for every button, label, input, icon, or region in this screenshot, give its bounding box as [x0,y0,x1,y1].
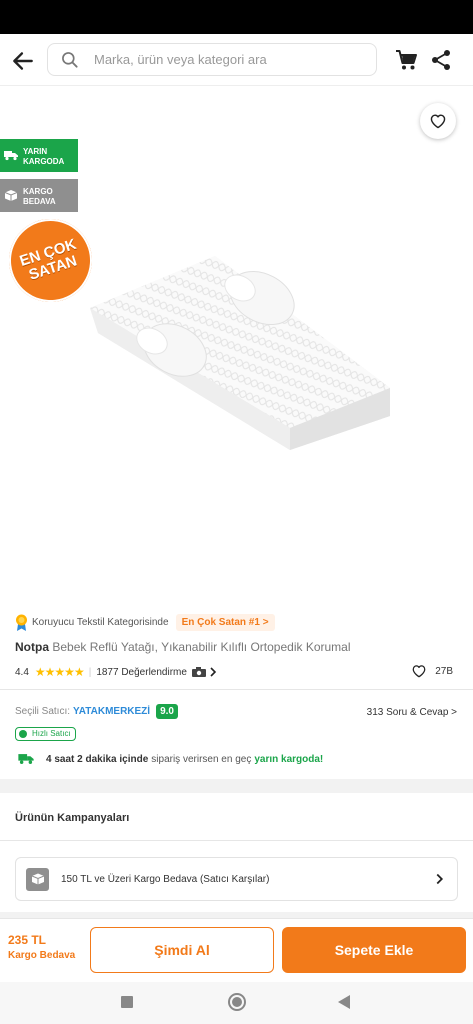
box-icon [4,190,18,201]
seller-score-badge: 9.0 [156,704,178,719]
campaigns-title: Ürünün Kampanyaları [15,812,130,824]
truck-icon [18,754,34,765]
rank-badge[interactable]: En Çok Satan #1 > [175,613,275,631]
back-arrow-icon[interactable] [10,48,36,74]
back-icon[interactable] [338,995,350,1009]
add-to-cart-button[interactable]: Sepete Ekle [282,927,466,973]
buy-now-button[interactable]: Şimdi Al [90,927,274,973]
home-icon[interactable] [228,993,246,1011]
seller-section: Seçili Satıcı: YATAKMERKEZİ 9.0 313 Soru… [0,690,473,778]
system-nav-bar [0,982,473,1024]
review-count: 1877 Değerlendirme [96,666,187,678]
category-text: Koruyucu Tekstil Kategorisinde [32,616,169,628]
seller-row: Seçili Satıcı: YATAKMERKEZİ 9.0 [15,704,178,719]
status-bar [0,0,473,34]
separator: | [88,666,92,678]
price: 235 TL [8,933,47,947]
heart-icon [412,665,426,678]
category-row[interactable]: Koruyucu Tekstil Kategorisinde En Çok Sa… [15,612,275,632]
campaign-item[interactable]: 150 TL ve Üzeri Kargo Bedava (Satıcı Kar… [15,857,458,901]
tag-line-2: KARGODA [23,157,65,166]
product-name: Bebek Reflü Yatağı, Yıkanabilir Kılıflı … [52,640,351,654]
fast-seller-badge: Hızlı Satıcı [15,727,76,741]
top-bar [0,34,473,86]
product-gallery[interactable]: YARIN KARGODA KARGO BEDAVA EN ÇOK SATAN [0,88,473,600]
recent-apps-icon[interactable] [121,996,133,1008]
chevron-right-icon [210,667,217,677]
share-icon[interactable] [430,49,452,71]
search-icon [62,52,78,68]
tomorrow-shipping-tag: YARIN KARGODA [0,139,78,172]
tag-line-2: BEDAVA [23,197,56,206]
box-icon [26,867,49,891]
medal-icon [16,614,27,631]
truck-icon [4,151,18,161]
favorite-count[interactable]: 27B [411,664,453,678]
cart-icon[interactable] [395,49,419,71]
delivery-text: sipariş verirsen en geç [151,753,252,765]
brand-name[interactable]: Notpa [15,640,49,654]
delivery-time: 4 saat 2 dakika içinde [46,753,149,765]
heart-icon [430,114,446,129]
search-input[interactable] [94,44,364,75]
seller-name[interactable]: YATAKMERKEZİ [73,706,150,717]
product-image [90,256,390,450]
shipping-note: Kargo Bedava [8,950,76,961]
search-box[interactable] [47,43,377,76]
rating-value: 4.4 [15,666,29,678]
section-gap [0,779,473,793]
bottom-action-bar: 235 TL Kargo Bedava Şimdi Al Sepete Ekle [0,918,473,982]
favorite-count-value: 27B [435,665,453,677]
chevron-right-icon [436,873,444,885]
qa-link[interactable]: 313 Soru & Cevap > [367,707,457,718]
divider [0,840,473,841]
seller-label: Seçili Satıcı: [15,706,71,717]
free-shipping-tag: KARGO BEDAVA [0,179,78,212]
star-rating: ★★★★★ [34,665,85,679]
delivery-highlight: yarın kargoda! [254,753,324,765]
favorite-button[interactable] [420,103,456,139]
product-title: Notpa Bebek Reflü Yatağı, Yıkanabilir Kı… [15,640,351,654]
camera-icon [191,667,206,677]
delivery-info: 4 saat 2 dakika içinde sipariş verirsen … [18,753,323,765]
tag-line-1: KARGO [23,187,53,196]
campaign-text: 150 TL ve Üzeri Kargo Bedava (Satıcı Kar… [61,873,270,885]
rating-row[interactable]: 4.4 ★★★★★ | 1877 Değerlendirme [15,664,217,680]
tag-line-1: YARIN [23,147,48,156]
